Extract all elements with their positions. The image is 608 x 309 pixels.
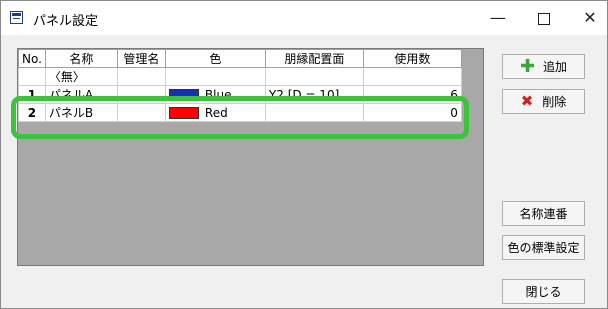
panel-grid[interactable]: No. 名称 管理名 色 朋縁配置面 使用数 〈無〉 1 パネルA Blue Y… xyxy=(17,48,484,266)
minimize-button[interactable]: — xyxy=(475,1,521,35)
row-highlight-annotation xyxy=(11,96,469,139)
window-title: パネル設定 xyxy=(33,14,99,29)
column-header-manage-name[interactable]: 管理名 xyxy=(116,49,166,68)
row-manage-name[interactable] xyxy=(116,67,166,86)
delete-button[interactable]: ✖ 削除 xyxy=(502,89,585,114)
app-icon xyxy=(10,11,23,24)
add-button[interactable]: ✚ 追加 xyxy=(502,54,585,79)
column-header-color[interactable]: 色 xyxy=(164,49,266,68)
close-window-button[interactable]: ✕ xyxy=(567,1,608,35)
column-header-face[interactable]: 朋縁配置面 xyxy=(264,49,364,68)
row-color[interactable] xyxy=(164,67,266,86)
delete-x-icon: ✖ xyxy=(520,92,534,110)
column-header-name[interactable]: 名称 xyxy=(44,49,118,68)
maximize-button[interactable] xyxy=(521,1,567,35)
title-bar: パネル設定 — ✕ xyxy=(1,1,607,35)
row-face[interactable] xyxy=(264,67,364,86)
column-header-no[interactable]: No. xyxy=(18,49,46,68)
row-name[interactable]: 〈無〉 xyxy=(44,67,118,86)
panel-settings-window: パネル設定 — ✕ No. 名称 管理名 色 朋縁配置面 使用数 〈無〉 1 パ… xyxy=(0,0,608,309)
add-label: 追加 xyxy=(543,60,568,74)
plus-icon: ✚ xyxy=(519,55,536,77)
default-color-button[interactable]: 色の標準設定 xyxy=(502,235,585,260)
close-button[interactable]: 閉じる xyxy=(502,279,585,304)
row-count xyxy=(362,67,462,86)
delete-label: 削除 xyxy=(542,95,567,109)
rename-sequence-button[interactable]: 名称連番 xyxy=(502,201,585,226)
column-header-count[interactable]: 使用数 xyxy=(362,49,462,68)
table-row[interactable]: 〈無〉 xyxy=(18,67,462,86)
row-no xyxy=(18,67,46,86)
maximize-icon xyxy=(538,12,550,25)
